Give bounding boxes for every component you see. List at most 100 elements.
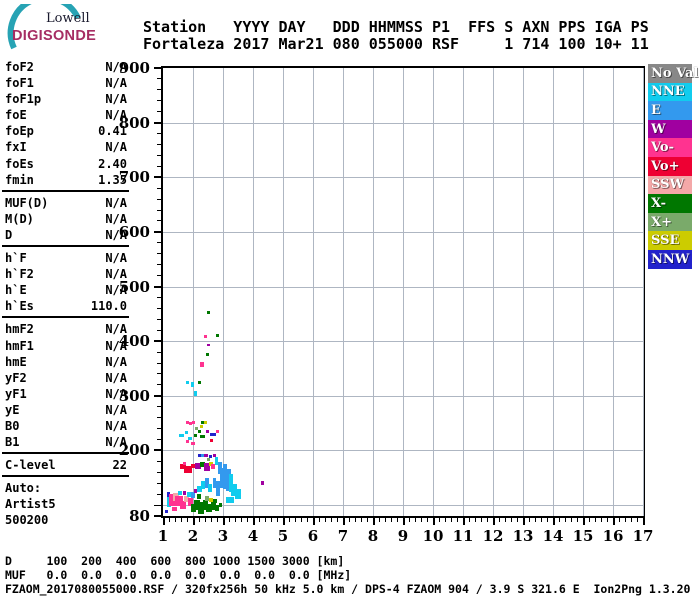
data-point xyxy=(193,433,197,437)
x-axis-tick-label: 11 xyxy=(452,527,474,545)
x-axis-minor-tick xyxy=(240,518,242,522)
data-point xyxy=(212,498,217,503)
x-axis-minor-tick xyxy=(348,518,350,522)
data-point xyxy=(193,489,197,494)
logo-digisonde-text: DIGISONDE xyxy=(12,28,97,44)
x-axis-minor-tick xyxy=(198,518,200,522)
legend-label: W xyxy=(651,121,666,137)
x-axis-minor-tick xyxy=(180,518,182,522)
y-axis-minor-tick xyxy=(157,329,161,331)
param-label: fxI xyxy=(5,140,27,155)
header-line-2: Fortaleza 2017 Mar21 080 055000 RSF 1 71… xyxy=(143,35,649,53)
parameter-panel: foF2 N/A foF1 N/A foF1p N/A foE N/A foEp 0.41 fxI N… xyxy=(2,59,129,529)
gridline-horizontal xyxy=(163,341,643,343)
gridline-horizontal xyxy=(163,122,643,124)
gridline-vertical xyxy=(643,68,644,516)
x-axis-minor-tick xyxy=(414,518,416,522)
param-label: MUF(D) xyxy=(5,195,49,210)
x-axis-major-tick xyxy=(432,518,435,525)
gridline-horizontal xyxy=(163,177,643,179)
y-axis-minor-tick xyxy=(157,406,161,408)
legend-label: Vo+ xyxy=(651,158,680,174)
data-point xyxy=(200,434,206,438)
data-point xyxy=(215,334,219,338)
data-point xyxy=(215,504,219,511)
param-label: h`F xyxy=(5,251,27,266)
param-label: hmE xyxy=(5,354,27,369)
x-axis-tick-label: 13 xyxy=(512,527,534,545)
y-axis-minor-tick xyxy=(157,220,161,222)
y-axis-minor-tick xyxy=(157,264,161,266)
y-axis-tick-label: 700 xyxy=(118,168,150,187)
gridline-vertical xyxy=(283,68,284,516)
footer-status-line: FZAOM_2017080055000.RSF / 320fx256h 50 k… xyxy=(5,582,691,596)
data-point xyxy=(205,353,209,357)
x-axis-minor-tick xyxy=(468,518,470,522)
x-axis-minor-tick xyxy=(438,518,440,522)
x-axis-minor-tick xyxy=(444,518,446,522)
x-axis-minor-tick xyxy=(456,518,458,522)
param-value: 22 xyxy=(112,458,127,473)
param-row: B1 N/A xyxy=(5,434,127,450)
param-label: D xyxy=(5,227,13,242)
legend-label: NNE xyxy=(651,84,685,100)
x-axis-minor-tick xyxy=(618,518,620,522)
x-axis-minor-tick xyxy=(504,518,506,522)
data-point xyxy=(198,381,202,385)
gridline-vertical xyxy=(373,68,374,516)
x-axis-minor-tick xyxy=(426,518,428,522)
x-axis-minor-tick xyxy=(516,518,518,522)
x-axis-minor-tick xyxy=(378,518,380,522)
x-axis-minor-tick xyxy=(246,518,248,522)
x-axis-minor-tick xyxy=(486,518,488,522)
gridline-vertical xyxy=(583,68,584,516)
x-axis-minor-tick xyxy=(450,518,452,522)
param-value: N/A xyxy=(105,92,127,107)
param-row: D N/A xyxy=(5,227,127,243)
param-label: M(D) xyxy=(5,211,34,226)
y-axis-minor-tick xyxy=(157,133,161,135)
param-label: yF2 xyxy=(5,370,27,385)
gridline-vertical xyxy=(343,68,344,516)
data-point xyxy=(200,361,204,367)
data-point xyxy=(208,484,213,493)
y-axis-tick-label: 600 xyxy=(118,222,150,241)
y-axis-minor-tick xyxy=(157,165,161,167)
x-axis-minor-tick xyxy=(264,518,266,522)
y-axis-minor-tick xyxy=(157,318,161,320)
param-value: 110.0 xyxy=(90,299,127,314)
x-axis-minor-tick xyxy=(330,518,332,522)
y-axis-minor-tick xyxy=(157,143,161,145)
y-axis-minor-tick xyxy=(157,471,161,473)
x-axis-minor-tick xyxy=(540,518,542,522)
x-axis-major-tick xyxy=(522,518,525,525)
param-value: N/A xyxy=(105,140,127,155)
data-point xyxy=(188,422,192,426)
x-axis-major-tick xyxy=(282,518,285,525)
param-value: N/A xyxy=(105,370,127,385)
gridline-vertical xyxy=(613,68,614,516)
x-axis-major-tick xyxy=(162,518,165,525)
param-row: foEs 2.40 xyxy=(5,156,127,172)
x-axis-tick-label: 15 xyxy=(572,527,594,545)
y-axis-major-tick xyxy=(154,67,161,69)
param-row: C-level 22 xyxy=(5,457,127,473)
x-axis-major-tick xyxy=(642,518,645,525)
legend-item: Vo+ xyxy=(648,157,692,176)
y-axis-minor-tick xyxy=(157,100,161,102)
y-axis-tick-label: 200 xyxy=(118,441,150,460)
data-point xyxy=(204,335,208,339)
x-axis-minor-tick xyxy=(534,518,536,522)
param-row: yE N/A xyxy=(5,402,127,418)
y-axis-tick xyxy=(154,286,161,288)
legend-label: No Val xyxy=(651,65,699,81)
legend-item: W xyxy=(648,119,692,139)
data-point xyxy=(209,438,213,442)
data-point xyxy=(225,496,234,503)
param-value: N/A xyxy=(105,354,127,369)
legend-item: SSE xyxy=(648,231,692,250)
x-axis-major-tick xyxy=(552,518,555,525)
param-row: hmE N/A xyxy=(5,354,127,370)
data-point xyxy=(195,426,199,430)
x-axis-major-tick xyxy=(372,518,375,525)
